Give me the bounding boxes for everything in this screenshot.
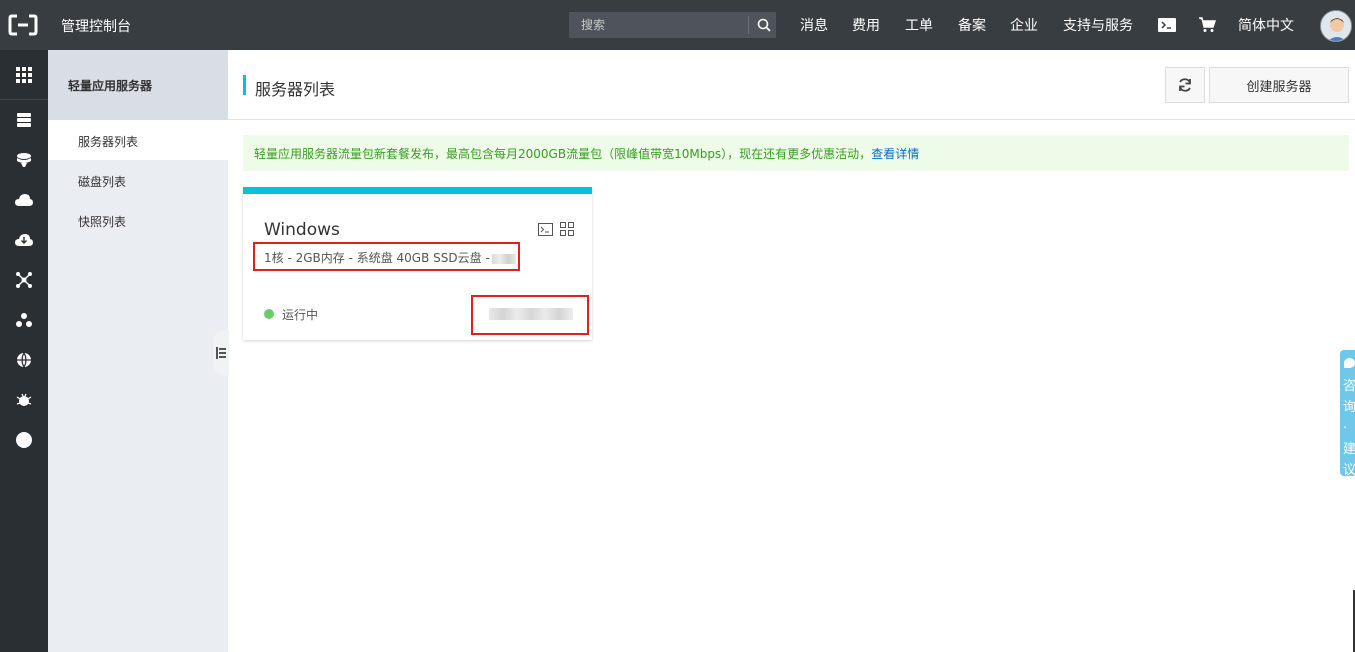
database-icon[interactable] [14, 150, 34, 170]
remote-connect-icon[interactable] [537, 221, 553, 237]
aliyun-logo-icon[interactable] [8, 13, 38, 37]
server-details-grid-icon[interactable] [559, 221, 575, 237]
server-icon[interactable] [14, 110, 34, 130]
nav-tickets[interactable]: 工单 [905, 0, 933, 50]
product-sidebar: 轻量应用服务器 服务器列表 磁盘列表 快照列表 [48, 50, 228, 652]
page-title: 服务器列表 [255, 80, 336, 99]
card-accent-bar [243, 187, 592, 194]
nav-icp[interactable]: 备案 [958, 0, 986, 50]
cloud-upload-icon[interactable] [14, 190, 34, 210]
list-collapse-icon [216, 347, 226, 359]
sidebar-collapse-toggle[interactable] [213, 330, 229, 376]
grid-icon[interactable] [14, 65, 34, 85]
search-divider [748, 16, 749, 34]
nav-messages[interactable]: 消息 [800, 0, 828, 50]
bug-icon[interactable] [14, 390, 34, 410]
feedback-label: 咨询·建议 [1343, 379, 1355, 476]
search-icon[interactable] [751, 12, 776, 38]
server-card[interactable]: Windows 1核 - 2GB内存 - 系统盘 40GB SSD云盘 - 运行… [243, 187, 592, 340]
circle-icon[interactable] [14, 430, 34, 450]
cloud-download-icon[interactable] [14, 230, 34, 250]
cluster-icon[interactable] [14, 310, 34, 330]
sidebar-item-label: 服务器列表 [78, 135, 139, 149]
main-content: 服务器列表 创建服务器 轻量应用服务器流量包新套餐发布，最高包含每月2000GB… [228, 50, 1355, 652]
cart-icon[interactable] [1197, 15, 1217, 35]
promo-notice: 轻量应用服务器流量包新套餐发布，最高包含每月2000GB流量包（限峰值带宽10M… [243, 135, 1349, 171]
sidebar-title: 轻量应用服务器 [68, 79, 153, 93]
icon-rail [0, 50, 48, 652]
sidebar-item-label: 磁盘列表 [78, 175, 127, 189]
sidebar-item-disk-list[interactable]: 磁盘列表 [48, 160, 228, 200]
nav-enterprise[interactable]: 企业 [1010, 0, 1038, 50]
refresh-icon [1179, 78, 1191, 92]
highlight-box-spec [253, 242, 520, 271]
title-accent-bar [243, 75, 246, 95]
user-avatar[interactable] [1320, 10, 1352, 42]
create-server-button[interactable]: 创建服务器 [1209, 67, 1349, 103]
top-bar: 管理控制台 消息 费用 工单 备案 企业 支持与服务 简体中文 [0, 0, 1355, 50]
search-input[interactable] [569, 12, 749, 38]
network-icon[interactable] [14, 270, 34, 290]
notice-details-link[interactable]: 查看详情 [871, 145, 919, 162]
nav-billing[interactable]: 费用 [852, 0, 880, 50]
highlight-box-ip [471, 295, 589, 335]
globe-icon[interactable] [14, 350, 34, 370]
search-box[interactable] [569, 12, 776, 38]
refresh-button[interactable] [1165, 67, 1205, 103]
sidebar-item-snapshot-list[interactable]: 快照列表 [48, 200, 228, 240]
server-status: 运行中 [282, 308, 319, 322]
terminal-icon[interactable] [1157, 15, 1177, 35]
nav-support[interactable]: 支持与服务 [1063, 0, 1133, 50]
server-os-name[interactable]: Windows [264, 220, 340, 240]
running-status-dot [264, 309, 274, 319]
rail-divider [0, 99, 48, 100]
console-title[interactable]: 管理控制台 [61, 16, 131, 36]
chat-bubble-icon [1344, 358, 1355, 368]
sidebar-item-label: 快照列表 [78, 215, 127, 229]
sidebar-header: 轻量应用服务器 [48, 50, 228, 120]
page-header: 服务器列表 创建服务器 [228, 50, 1355, 120]
language-switch[interactable]: 简体中文 [1238, 0, 1294, 50]
feedback-tab[interactable]: 咨询·建议 [1340, 350, 1355, 476]
sidebar-item-server-list[interactable]: 服务器列表 [48, 120, 228, 160]
notice-text: 轻量应用服务器流量包新套餐发布，最高包含每月2000GB流量包（限峰值带宽10M… [254, 146, 872, 161]
